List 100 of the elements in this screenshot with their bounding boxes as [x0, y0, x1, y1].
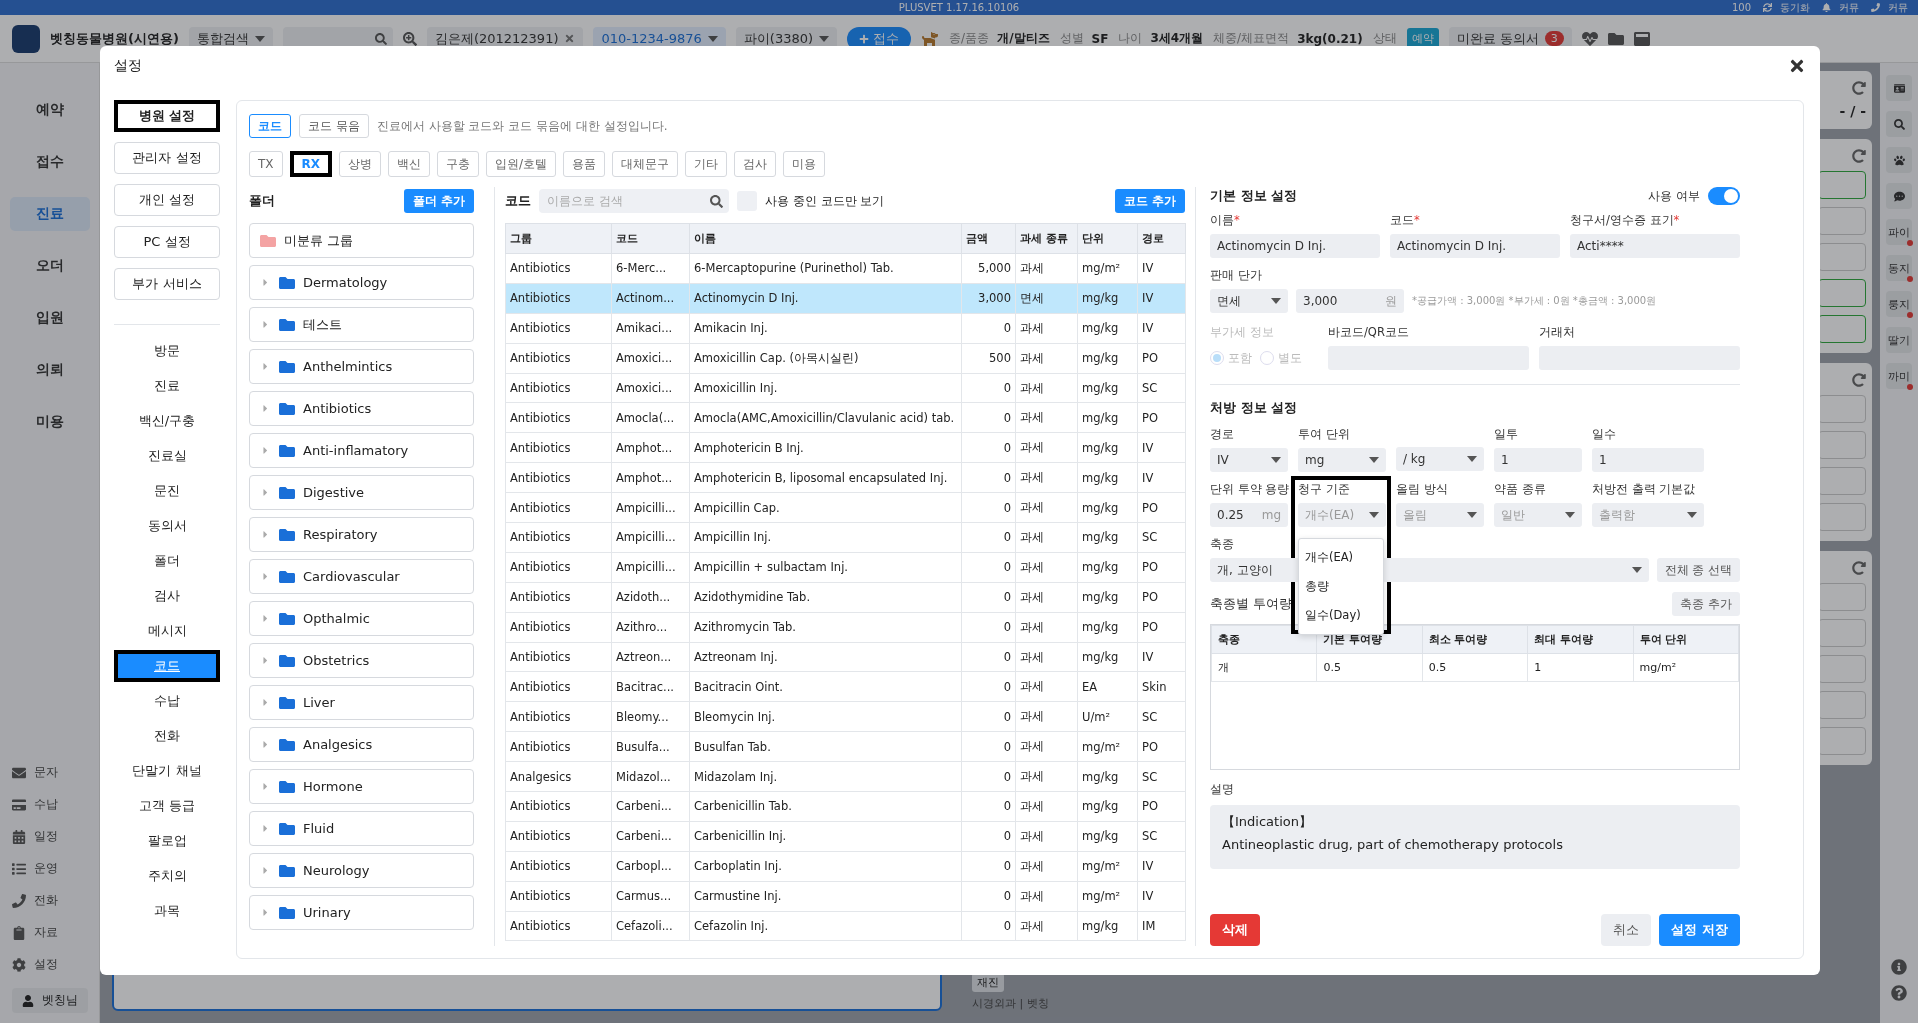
table-row[interactable]: Antibiotics Aztreon... Aztreonam Inj. 0 과세 mg/kg IV	[505, 642, 1186, 672]
folder-item[interactable]: Obstetrics	[249, 643, 474, 678]
tool-link[interactable]: 자료	[33, 924, 58, 941]
table-row[interactable]: Analgesics Midazol... Midazolam Inj. 0 과세 mg/kg SC	[505, 761, 1186, 792]
input-field[interactable]: 1	[1494, 448, 1582, 472]
section-button[interactable]: 부가 서비스	[114, 268, 220, 300]
category-tab[interactable]: 상병	[339, 151, 382, 177]
folder-item[interactable]: Neurology	[249, 853, 474, 888]
folder-item[interactable]: 테스트	[249, 307, 474, 342]
table-row[interactable]: Antibiotics Amoxici... Amoxicillin Cap. (아목시실린) 500 과세 mg/kg PO	[505, 343, 1186, 374]
tool-link[interactable]: 운영	[33, 860, 58, 877]
settings-menu-item[interactable]: 과목	[114, 895, 220, 927]
patient-shortcut[interactable]: 룽지	[1886, 291, 1912, 317]
settings-menu-item[interactable]: 방문	[114, 335, 220, 367]
table-row[interactable]: Antibiotics Bacitrac... Bacitracin Oint. 0 과세 EA Skin	[505, 671, 1186, 702]
settings-menu-item[interactable]: 동의서	[114, 510, 220, 542]
folder-item[interactable]: Urinary	[249, 895, 474, 930]
settings-menu-item[interactable]: 고객 등급	[114, 790, 220, 822]
nav-item[interactable]: 의뢰	[9, 353, 90, 387]
category-tab[interactable]: 대체문구	[612, 151, 679, 177]
settings-menu-item[interactable]: 문진	[114, 475, 220, 507]
folder-item[interactable]: Digestive	[249, 475, 474, 510]
table-row[interactable]: Antibiotics Cefazoli... Cefazolin Inj. 0 과세 mg/kg IM	[505, 911, 1186, 941]
table-row[interactable]: Antibiotics Carbopl... Carboplatin Inj. 0 과세 mg/m² IV	[505, 851, 1186, 882]
settings-menu-item[interactable]: 단말기 채널	[114, 755, 220, 787]
category-tab[interactable]: 용품	[563, 151, 606, 177]
tool-link[interactable]: 전화	[33, 892, 58, 909]
folder-item[interactable]: Opthalmic	[249, 601, 474, 636]
patient-shortcut[interactable]: 파이	[1886, 219, 1912, 245]
folder-item[interactable]: Anthelmintics	[249, 349, 474, 384]
description-field[interactable]: 【Indication】 Antineoplastic drug, part of chemotherapy protocols	[1210, 805, 1740, 869]
category-tab[interactable]: TX	[249, 151, 283, 177]
search-icon[interactable]	[1886, 111, 1912, 137]
nav-item[interactable]: 미용	[9, 405, 90, 439]
settings-menu-item[interactable]: 전화	[114, 720, 220, 752]
title-bar-action[interactable]: 동기화	[1780, 0, 1810, 15]
table-row[interactable]: Antibiotics Ampicilli... Ampicillin Cap. 0 과세 mg/kg PO	[505, 492, 1186, 523]
settings-menu-item[interactable]: 수납	[114, 685, 220, 717]
tool-link[interactable]: 일정	[33, 828, 58, 845]
settings-menu-item[interactable]: 팔로업	[114, 825, 220, 857]
chat-icon[interactable]	[1886, 183, 1912, 209]
nav-item[interactable]: 예약	[9, 93, 90, 127]
table-row[interactable]: Antibiotics Carbeni... Carbenicillin Tab. 0 과세 mg/kg PO	[505, 791, 1186, 822]
tab[interactable]: 코드 묶음	[299, 114, 369, 138]
folder-item[interactable]: Analgesics	[249, 727, 474, 762]
patient-shortcut[interactable]: 딸기	[1886, 327, 1912, 353]
settings-menu-item[interactable]: 검사	[114, 580, 220, 612]
settings-menu-item[interactable]: 폴더	[114, 545, 220, 577]
delete-button[interactable]: 삭제	[1210, 914, 1260, 946]
category-tab[interactable]: 입원/호텔	[486, 151, 557, 177]
select-field[interactable]: 면세	[1210, 289, 1288, 313]
folder-item[interactable]: Dermatology	[249, 265, 474, 300]
user-chip[interactable]: 벳칭님	[11, 988, 88, 1013]
select-field[interactable]: / kg	[1396, 447, 1484, 471]
select-field[interactable]: mg	[1298, 448, 1386, 472]
table-row[interactable]: Antibiotics Busulfa... Busulfan Tab. 0 과세 mg/m² PO	[505, 731, 1186, 762]
folder-item[interactable]: Antibiotics	[249, 391, 474, 426]
search-field[interactable]: 이름으로 검색	[539, 189, 729, 213]
table-row[interactable]: Antibiotics Azidoth... Azidothymidine Tab. 0 과세 mg/kg PO	[505, 582, 1186, 613]
table-row[interactable]: Antibiotics Ampicilli... Ampicillin Inj. 0 과세 mg/kg SC	[505, 522, 1186, 553]
settings-menu-item[interactable]: 주치의	[114, 860, 220, 892]
select-field[interactable]: IV	[1210, 448, 1288, 472]
tool-link[interactable]: 문자	[33, 764, 58, 781]
section-button[interactable]: 관리자 설정	[114, 142, 220, 174]
nav-item[interactable]: 입원	[9, 301, 90, 335]
nav-item[interactable]: 오더	[9, 249, 90, 283]
table-row[interactable]: Antibiotics Amocla(... Amocla(AMC,Amoxicillin/Clavulanic acid) tab. 0 과세 mg/kg PO	[505, 402, 1186, 433]
title-bar-action[interactable]: 커뮤	[1888, 0, 1908, 15]
table-row[interactable]: Antibiotics 6-Merc... 6-Mercaptopurine (Purinethol) Tab. 5,000 과세 mg/m² IV	[505, 253, 1186, 284]
category-tab[interactable]: 미용	[783, 151, 826, 177]
id-card-icon[interactable]	[1886, 75, 1912, 101]
input-field[interactable]: Actinomycin D Inj.	[1210, 234, 1380, 258]
nav-item[interactable]: 접수	[9, 145, 90, 179]
patient-shortcut[interactable]: 까미	[1886, 363, 1912, 389]
cancel-button[interactable]: 취소	[1601, 914, 1652, 946]
settings-menu-item[interactable]: 메시지	[114, 615, 220, 647]
table-row[interactable]: Antibiotics Amphot... Amphotericin B Inj. 0 과세 mg/kg IV	[505, 432, 1186, 463]
settings-menu-item[interactable]: 진료실	[114, 440, 220, 472]
input-field[interactable]: Actinomycin D Inj.	[1390, 234, 1560, 258]
folder-item[interactable]: Cardiovascular	[249, 559, 474, 594]
category-tab[interactable]: 검사	[734, 151, 777, 177]
table-row[interactable]: Antibiotics Carmus... Carmustine Inj. 0 과세 mg/m² IV	[505, 881, 1186, 912]
section-button[interactable]: PC 설정	[114, 226, 220, 258]
table-row[interactable]: Antibiotics Ampicilli... Ampicillin + sulbactam Inj. 0 과세 mg/kg PO	[505, 552, 1186, 583]
toggle-switch[interactable]	[1708, 187, 1740, 205]
tool-link[interactable]: 수납	[33, 796, 58, 813]
input-field[interactable]: Acti****	[1570, 234, 1740, 258]
search-input[interactable]: 이름으로 검색	[545, 193, 710, 209]
tool-link[interactable]: 설정	[33, 956, 58, 973]
section-button[interactable]: 병원 설정	[114, 100, 220, 132]
table-row[interactable]: Antibiotics Amphot... Amphotericin B, liposomal encapsulated Inj. 0 과세 mg/kg IV	[505, 462, 1186, 493]
title-bar-action[interactable]: 커뮤	[1839, 0, 1859, 15]
folder-item[interactable]: Hormone	[249, 769, 474, 804]
category-tab[interactable]: 기타	[685, 151, 728, 177]
input-field[interactable]: 3,000 원	[1296, 289, 1404, 313]
folder-item[interactable]: 미분류 그룹	[249, 223, 474, 258]
folder-item[interactable]: Respiratory	[249, 517, 474, 552]
table-row[interactable]: Antibiotics Azithro... Azithromycin Tab. 0 과세 mg/kg PO	[505, 612, 1186, 643]
category-tab[interactable]: 백신	[388, 151, 431, 177]
table-row[interactable]: Antibiotics Amoxici... Amoxicillin Inj. 0 과세 mg/kg SC	[505, 373, 1186, 403]
